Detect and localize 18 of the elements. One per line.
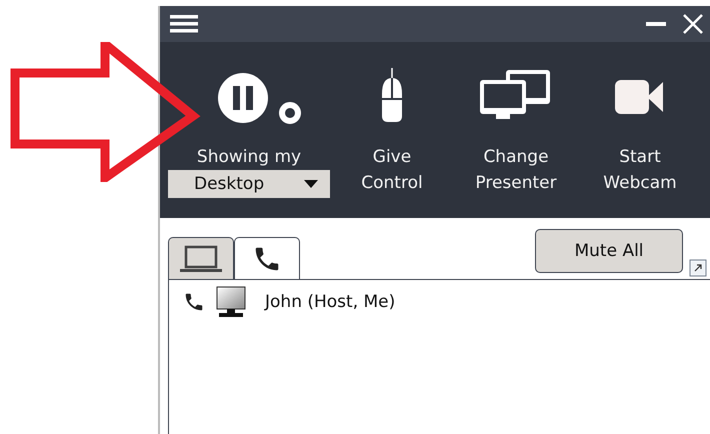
phone-tab[interactable] xyxy=(234,237,300,279)
source-dropdown[interactable]: Desktop xyxy=(168,170,330,198)
caret-icon xyxy=(304,180,318,188)
laptop-tab[interactable] xyxy=(168,237,234,279)
participant-name[interactable]: John (Host, Me) xyxy=(265,292,396,312)
menu-icon[interactable] xyxy=(170,14,198,34)
close-icon[interactable] xyxy=(682,13,704,35)
pause-icon[interactable] xyxy=(217,72,269,124)
video-camera-icon[interactable] xyxy=(615,78,665,116)
tool-label[interactable]: Start Webcam xyxy=(603,144,677,196)
tool-label[interactable]: Change Presenter xyxy=(475,144,557,196)
tool-label[interactable]: Showing my xyxy=(196,144,302,170)
mute-all-button[interactable]: Mute All xyxy=(535,229,683,273)
laptop-icon xyxy=(179,244,223,274)
tool-label[interactable]: Give Control xyxy=(361,144,423,196)
minimize-icon[interactable] xyxy=(646,21,666,27)
record-dot-icon xyxy=(279,102,301,124)
popout-icon[interactable] xyxy=(689,259,707,277)
